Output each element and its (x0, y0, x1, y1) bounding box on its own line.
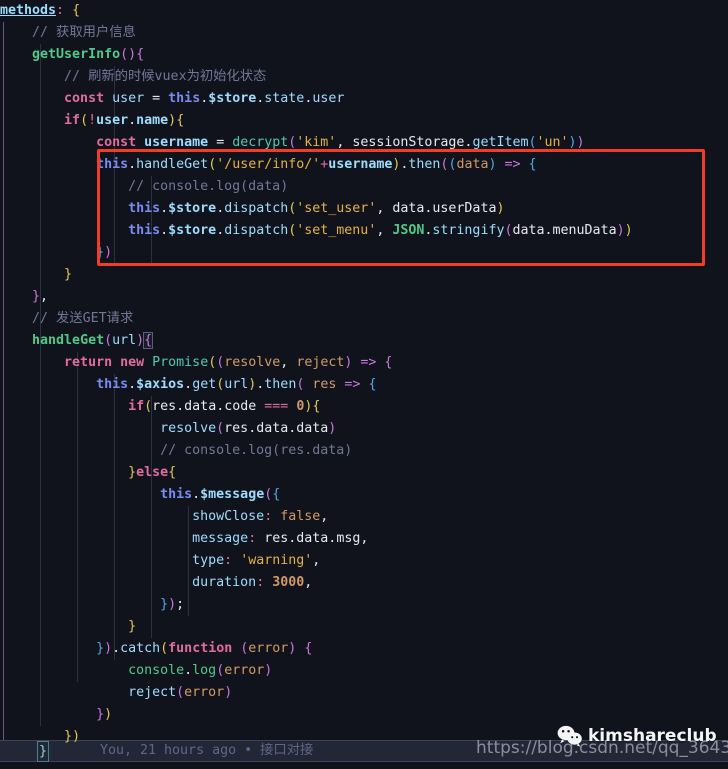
code-line[interactable]: resolve(res.data.data) (0, 418, 336, 440)
code-line[interactable]: // console.log(data) (0, 176, 288, 198)
code-line[interactable]: reject(error) (0, 682, 232, 704)
code-line[interactable]: duration: 3000, (0, 572, 312, 594)
git-blame-annotation[interactable]: You, 21 hours ago • 接口对接 (100, 740, 313, 762)
code-line[interactable]: getUserInfo(){ (0, 44, 144, 66)
code-line[interactable]: }) (0, 242, 112, 264)
code-line[interactable]: if(res.data.code === 0){ (0, 396, 320, 418)
code-line[interactable]: console.log(error) (0, 660, 272, 682)
code-line[interactable]: return new Promise((resolve, reject) => … (0, 352, 392, 374)
code-line[interactable]: this.$store.dispatch('set_user', data.us… (0, 198, 504, 220)
code-line[interactable]: handleGet(url){ (0, 330, 154, 352)
code-line[interactable]: const user = this.$store.state.user (0, 88, 344, 110)
code-line[interactable]: methods: { (0, 0, 80, 22)
current-line-glyph[interactable]: } (36, 741, 50, 762)
url-watermark: https://blog.csdn.net/qq_36434345 (476, 738, 728, 758)
code-line[interactable]: // console.log(res.data) (0, 440, 352, 462)
code-line[interactable]: }else{ (0, 462, 176, 484)
code-line[interactable]: // 获取用户信息 (0, 22, 136, 44)
code-line[interactable]: const username = decrypt('kim', sessionS… (0, 132, 584, 154)
code-line[interactable]: this.$message({ (0, 484, 280, 506)
code-line[interactable]: }).catch(function (error) { (0, 638, 312, 660)
code-editor[interactable]: methods: { // 获取用户信息 getUserInfo(){ // 刷… (0, 0, 728, 769)
code-line[interactable]: showClose: false, (0, 506, 328, 528)
code-line[interactable]: this.$store.dispatch('set_menu', JSON.st… (0, 220, 633, 242)
code-line[interactable]: }); (0, 594, 184, 616)
code-line[interactable]: }, (0, 286, 48, 308)
code-line[interactable]: // 刷新的时候vuex为初始化状态 (0, 66, 266, 88)
code-line[interactable]: } (0, 616, 136, 638)
code-line[interactable]: type: 'warning', (0, 550, 320, 572)
code-line[interactable]: // 发送GET请求 (0, 308, 133, 330)
code-line[interactable]: }) (0, 704, 112, 726)
code-line[interactable]: message: res.data.msg, (0, 528, 368, 550)
code-line[interactable]: if(!user.name){ (0, 110, 184, 132)
code-line[interactable]: } (0, 264, 72, 286)
code-line[interactable]: this.$axios.get(url).then( res => { (0, 374, 376, 396)
code-line[interactable]: this.handleGet('/user/info/'+username).t… (0, 154, 536, 176)
